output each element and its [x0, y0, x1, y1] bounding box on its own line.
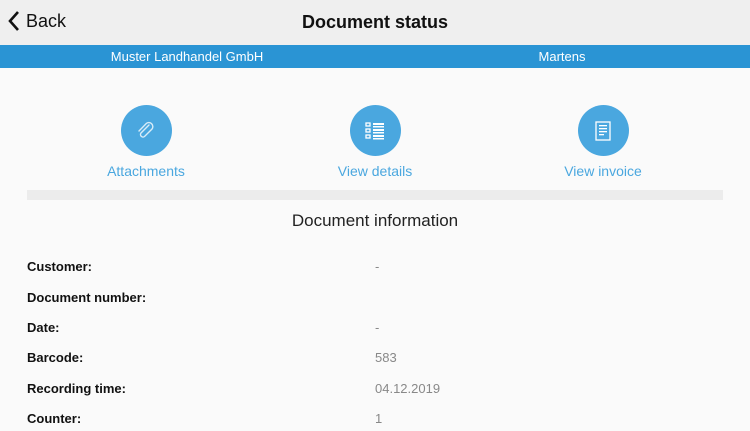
field-value: 1 — [375, 411, 383, 426]
field-label: Recording time: — [27, 381, 126, 396]
field-row-customer: Customer: - — [27, 259, 727, 279]
view-invoice-button[interactable]: View invoice — [523, 105, 683, 179]
company-name: Muster Landhandel GmbH — [110, 49, 264, 64]
attachments-label: Attachments — [107, 163, 185, 179]
user-name: Martens — [538, 49, 586, 64]
divider — [27, 190, 723, 200]
page-title: Document status — [301, 12, 449, 32]
view-details-label: View details — [337, 163, 413, 179]
field-row-date: Date: - — [27, 320, 727, 340]
view-details-button[interactable]: View details — [295, 105, 455, 179]
info-bar: Muster Landhandel GmbH Martens — [0, 45, 750, 68]
field-row-recording-time: Recording time: 04.12.2019 — [27, 381, 727, 401]
field-label: Barcode: — [27, 350, 84, 365]
field-value: 04.12.2019 — [375, 381, 441, 396]
field-row-barcode: Barcode: 583 — [27, 350, 727, 370]
section-title: Document information — [291, 211, 459, 230]
field-label: Counter: — [27, 411, 82, 426]
paperclip-icon — [138, 121, 154, 138]
field-row-document-number: Document number: — [27, 290, 727, 310]
field-label: Customer: — [27, 259, 93, 274]
invoice-icon — [595, 120, 611, 141]
list-icon — [365, 121, 384, 139]
field-label: Date: — [27, 320, 60, 335]
field-row-counter: Counter: 1 — [27, 411, 727, 431]
field-label: Document number: — [27, 290, 147, 305]
view-invoice-label: View invoice — [564, 163, 642, 179]
field-value: - — [375, 259, 380, 274]
attachments-button[interactable]: Attachments — [66, 105, 226, 179]
navigation-bar: Back Document status — [0, 0, 750, 45]
field-value: 583 — [375, 350, 397, 365]
field-value: - — [375, 320, 380, 335]
